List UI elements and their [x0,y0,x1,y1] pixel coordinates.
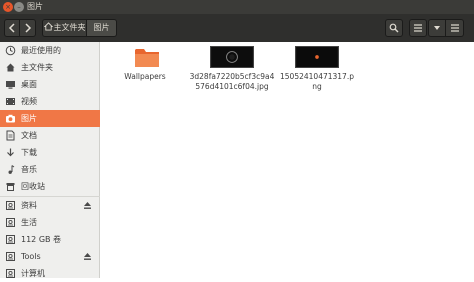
image-thumbnail [295,46,339,68]
file-item-image-png[interactable]: 15052410471317.png [279,46,355,92]
window-title: 图片 [27,2,43,11]
sidebar-item-computer[interactable]: 计算机 [0,265,100,282]
download-icon [7,148,14,157]
more-button[interactable] [446,19,464,37]
close-icon[interactable]: × [3,2,13,12]
sidebar-item-pictures[interactable]: 图片 [0,110,100,127]
drive-icon [6,252,15,261]
sidebar-item-label: 生活 [21,218,37,227]
sidebar-item-label: 最近使用的 [21,46,61,55]
view-menu-button[interactable] [428,19,446,37]
sidebar-item-downloads[interactable]: 下载 [0,144,100,161]
path-label-home: 主文件夹 [53,23,86,32]
sidebar-item-documents[interactable]: 文档 [0,127,100,144]
toolbar: 主文件夹 图片 [0,14,474,42]
image-thumbnail [210,46,254,68]
path-button-current[interactable]: 图片 [87,19,117,37]
eject-icon[interactable] [83,201,92,210]
desktop-icon [6,81,15,89]
folder-icon [135,49,159,67]
title-bar: × – 图片 [0,0,474,14]
chevron-right-icon [24,23,31,33]
search-icon [389,23,399,33]
file-view: Wallpapers 3d28fa7220b5cf3c9a4576d4101c6… [101,42,474,278]
more-icon [450,24,459,32]
clock-icon [5,45,16,56]
drive-icon [6,201,15,210]
file-item-image-jpg[interactable]: 3d28fa7220b5cf3c9a4576d4101c6f04.jpg [188,46,276,92]
sidebar-item-drive-tools[interactable]: Tools [0,248,100,265]
home-icon [6,63,15,72]
sidebar-item-drive-ziliao[interactable]: 资料 [0,197,100,214]
chevron-left-icon [8,23,15,33]
file-name: 3d28fa7220b5cf3c9a4576d4101c6f04.jpg [189,72,275,91]
forward-button[interactable] [20,19,36,37]
sidebar-item-recent[interactable]: 最近使用的 [0,42,100,59]
path-button-home[interactable]: 主文件夹 [42,19,87,37]
sidebar-item-label: 回收站 [21,182,45,191]
path-label-current: 图片 [93,23,110,32]
sidebar-item-label: 计算机 [21,269,45,278]
menu-icon [434,26,440,30]
list-view-button[interactable] [409,19,427,37]
search-button[interactable] [385,19,403,37]
sidebar-item-drive-shenghuo[interactable]: 生活 [0,214,100,231]
sidebar-item-label: 文档 [21,131,37,140]
sidebar-item-trash[interactable]: 回收站 [0,178,100,195]
file-name: 15052410471317.png [280,72,354,91]
sidebar-item-label: Tools [21,252,41,261]
sidebar-item-label: 视频 [21,97,37,106]
sidebar-item-label: 图片 [21,114,37,123]
sidebar-item-label: 桌面 [21,80,37,89]
document-icon [6,130,15,141]
eject-icon[interactable] [83,252,92,261]
sidebar-item-drive-112gb[interactable]: 112 GB 卷 [0,231,100,248]
sidebar: 最近使用的 主文件夹 桌面 视频 图片 文档 下载 音乐 回收站 资料 生活 1… [0,42,100,278]
back-button[interactable] [4,19,20,37]
home-icon [43,22,53,31]
minimize-icon[interactable]: – [14,2,24,12]
list-view-icon [414,24,422,32]
video-icon [6,98,15,105]
music-icon [8,165,15,174]
sidebar-item-label: 下载 [21,148,37,157]
drive-icon [6,269,15,278]
file-name: Wallpapers [124,72,166,81]
trash-icon [6,183,15,191]
sidebar-item-videos[interactable]: 视频 [0,93,100,110]
drive-icon [6,218,15,227]
sidebar-item-label: 资料 [21,201,37,210]
sidebar-item-label: 112 GB 卷 [21,235,62,244]
file-item-folder[interactable]: Wallpapers [105,46,185,82]
sidebar-item-music[interactable]: 音乐 [0,161,100,178]
sidebar-item-label: 音乐 [21,165,37,174]
sidebar-item-label: 主文件夹 [21,63,53,72]
drive-icon [6,235,15,244]
camera-icon [6,114,15,123]
sidebar-item-desktop[interactable]: 桌面 [0,76,100,93]
sidebar-item-home[interactable]: 主文件夹 [0,59,100,76]
